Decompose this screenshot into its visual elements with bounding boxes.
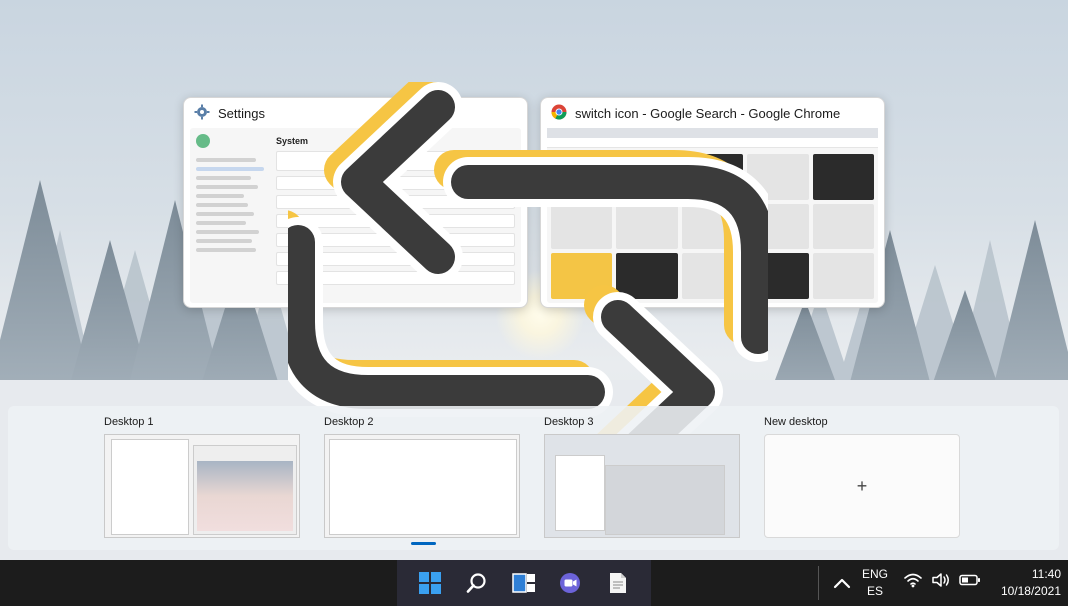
- desktop-1[interactable]: Desktop 1: [104, 416, 300, 538]
- windows-logo-icon: [419, 572, 442, 594]
- desktop-label[interactable]: Desktop 3: [544, 416, 740, 434]
- task-view-icon: [512, 573, 535, 593]
- search-button[interactable]: [459, 565, 495, 601]
- taskbar-divider: [818, 566, 819, 600]
- chevron-up-icon: [833, 578, 851, 589]
- settings-sidebar-preview: [190, 128, 270, 303]
- document-icon: [609, 573, 626, 593]
- desktop-thumbnail[interactable]: [104, 434, 300, 538]
- desktop-3[interactable]: Desktop 3: [544, 416, 740, 538]
- plus-icon: +: [856, 475, 868, 496]
- window-title: Settings: [218, 105, 265, 121]
- new-desktop-button[interactable]: +: [764, 434, 960, 538]
- avatar: [196, 134, 210, 148]
- chat-button[interactable]: [553, 565, 589, 601]
- start-button[interactable]: [412, 565, 448, 601]
- search-icon: [466, 573, 486, 593]
- taskbar: ENG ES 11:40 10/18/2021: [0, 560, 1068, 606]
- new-desktop[interactable]: New desktop +: [764, 416, 960, 538]
- new-desktop-label[interactable]: New desktop: [764, 416, 960, 434]
- desktop-label[interactable]: Desktop 2: [324, 416, 520, 434]
- gear-icon: [194, 104, 210, 123]
- notepad-button[interactable]: [600, 565, 636, 601]
- volume-icon[interactable]: [931, 572, 951, 588]
- desktop-label[interactable]: Desktop 1: [104, 416, 300, 434]
- taskbar-pinned-apps: [397, 560, 651, 606]
- video-chat-icon: [559, 573, 580, 593]
- virtual-desktops-bar: Desktop 1 Desktop 2 Desktop 3 New deskto…: [8, 406, 1059, 550]
- active-desktop-indicator: [411, 542, 436, 545]
- wifi-icon[interactable]: [903, 572, 923, 588]
- clock-date: 10/18/2021: [1000, 584, 1061, 598]
- clock[interactable]: 11:40 10/18/2021: [985, 566, 1061, 600]
- language-primary: ENG: [861, 567, 888, 581]
- desktop-thumbnail[interactable]: [324, 434, 520, 538]
- battery-icon[interactable]: [959, 572, 981, 588]
- task-view-button[interactable]: [506, 565, 542, 601]
- desktop-2[interactable]: Desktop 2: [324, 416, 520, 538]
- input-language-indicator[interactable]: ENG ES: [858, 566, 892, 600]
- clock-time: 11:40: [1031, 567, 1061, 581]
- desktop-thumbnail[interactable]: [544, 434, 740, 538]
- language-secondary: ES: [866, 584, 883, 598]
- system-tray-icons[interactable]: [903, 572, 981, 588]
- show-hidden-icons-button[interactable]: [829, 569, 855, 597]
